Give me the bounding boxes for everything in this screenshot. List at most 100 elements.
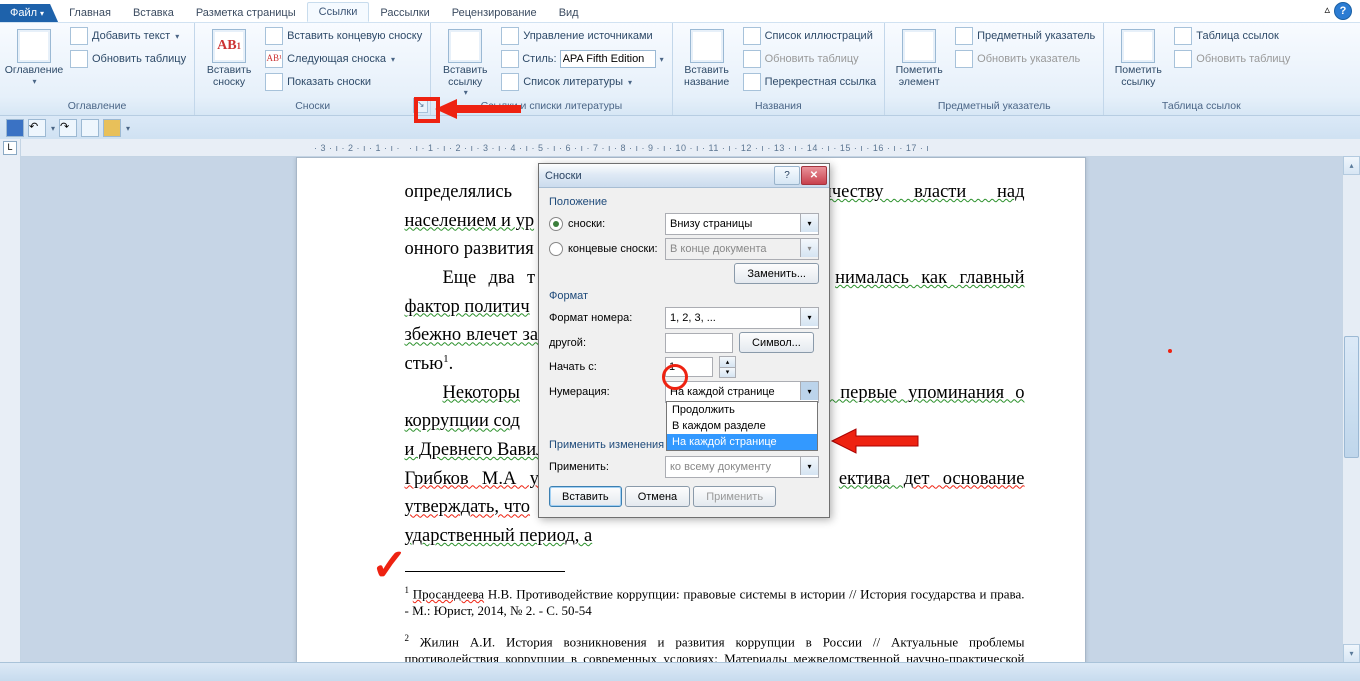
- replace-button[interactable]: Заменить...: [734, 263, 819, 284]
- ribbon: Оглавление▾ Добавить текст▾ Обновить таб…: [0, 23, 1360, 116]
- horizontal-ruler[interactable]: · 3 · ı · 2 · ı · 1 · ı · · ı · 1 · ı · …: [21, 139, 1360, 157]
- numbering-select[interactable]: На каждой странице▾ Продолжить В каждом …: [665, 381, 819, 403]
- symbol-button[interactable]: Символ...: [739, 332, 814, 353]
- dialog-title: Сноски: [545, 170, 773, 182]
- tab-home[interactable]: Главная: [58, 4, 122, 22]
- tab-page-layout[interactable]: Разметка страницы: [185, 4, 307, 22]
- insert-caption-button[interactable]: Вставить название: [679, 25, 735, 98]
- quick-access-toolbar: ↶ ▾ ↷ ▾: [0, 116, 1360, 141]
- update-figures-button[interactable]: Обновить таблицу: [741, 48, 879, 70]
- new-doc-button[interactable]: [81, 119, 99, 137]
- dialog-close-button[interactable]: ✕: [801, 166, 827, 185]
- insert-endnote-button[interactable]: Вставить концевую сноску: [263, 25, 424, 47]
- group-citations: Вставить ссылку▾ Управление источниками …: [431, 23, 672, 115]
- book-icon: [501, 73, 519, 91]
- group-toa: Пометить ссылку Таблица ссылок Обновить …: [1104, 23, 1298, 115]
- open-button[interactable]: [103, 119, 121, 137]
- table-of-figures-button[interactable]: Список иллюстраций: [741, 25, 879, 47]
- start-at-spinner[interactable]: ▴▾: [719, 356, 736, 378]
- save-button[interactable]: [6, 119, 24, 137]
- next-footnote-button[interactable]: AB¹Следующая сноска▾: [263, 48, 424, 70]
- dialog-help-button[interactable]: ?: [774, 166, 800, 185]
- update-toc-button[interactable]: Обновить таблицу: [68, 48, 188, 70]
- bibliography-button[interactable]: Список литературы▾: [499, 71, 665, 93]
- group-footnotes: AB1Вставить сноску Вставить концевую сно…: [195, 23, 431, 115]
- mark-citation-button[interactable]: Пометить ссылку: [1110, 25, 1166, 98]
- option-continue[interactable]: Продолжить: [667, 402, 817, 418]
- ribbon-minimize[interactable]: ▵: [1324, 3, 1330, 16]
- ribbon-tabs: Файл▾ Главная Вставка Разметка страницы …: [0, 0, 1360, 23]
- help-button[interactable]: ?: [1334, 2, 1352, 20]
- footnote-position-select[interactable]: Внизу страницы▾: [665, 213, 819, 235]
- insert-button[interactable]: Вставить: [549, 486, 622, 507]
- list-icon: [743, 27, 761, 45]
- custom-mark-input[interactable]: [665, 333, 733, 353]
- option-each-section[interactable]: В каждом разделе: [667, 418, 817, 434]
- tab-view[interactable]: Вид: [548, 4, 590, 22]
- endnote-icon: [265, 27, 283, 45]
- footnotes-dialog: Сноски ? ✕ Положение сноски: Внизу стран…: [538, 163, 830, 518]
- citation-style-select[interactable]: Стиль:▾: [499, 48, 665, 70]
- status-bar: [0, 662, 1360, 681]
- radio-footnotes[interactable]: [549, 217, 563, 231]
- insert-toa-button[interactable]: Таблица ссылок: [1172, 25, 1292, 47]
- mark-entry-button[interactable]: Пометить элемент: [891, 25, 947, 98]
- refresh-icon: [1174, 50, 1192, 68]
- show-icon: [265, 73, 283, 91]
- numbering-dropdown: Продолжить В каждом разделе На каждой ст…: [666, 401, 818, 451]
- add-text-button[interactable]: Добавить текст▾: [68, 25, 188, 47]
- footnotes-launcher[interactable]: ↘: [413, 98, 428, 113]
- tab-mailings[interactable]: Рассылки: [369, 4, 440, 22]
- table-icon: [1174, 27, 1192, 45]
- show-notes-button[interactable]: Показать сноски: [263, 71, 424, 93]
- insert-footnote-button[interactable]: AB1Вставить сноску: [201, 25, 257, 98]
- footnote-separator: [405, 571, 565, 572]
- cancel-button[interactable]: Отмена: [625, 486, 690, 507]
- option-each-page[interactable]: На каждой странице: [667, 434, 817, 450]
- cross-reference-button[interactable]: Перекрестная ссылка: [741, 71, 879, 93]
- update-index-button[interactable]: Обновить указатель: [953, 48, 1097, 70]
- annotation-checkmark: ✓: [371, 540, 408, 591]
- manage-sources-button[interactable]: Управление источниками: [499, 25, 665, 47]
- vertical-ruler[interactable]: L: [0, 139, 21, 663]
- radio-endnotes[interactable]: [549, 242, 563, 256]
- group-title: Сноски: [201, 98, 424, 115]
- undo-dropdown[interactable]: ▾: [51, 124, 55, 133]
- refresh-icon: [70, 50, 88, 68]
- start-at-input[interactable]: [665, 357, 713, 377]
- tab-selector[interactable]: L: [3, 141, 17, 155]
- style-icon: [501, 50, 519, 68]
- apply-to-select[interactable]: ко всему документу▾: [665, 456, 819, 478]
- tab-file[interactable]: Файл▾: [0, 4, 58, 22]
- update-toa-button[interactable]: Обновить таблицу: [1172, 48, 1292, 70]
- group-toc: Оглавление▾ Добавить текст▾ Обновить таб…: [0, 23, 195, 115]
- group-index: Пометить элемент Предметный указатель Об…: [885, 23, 1104, 115]
- dialog-titlebar[interactable]: Сноски ? ✕: [539, 164, 829, 188]
- refresh-icon: [955, 50, 973, 68]
- tab-review[interactable]: Рецензирование: [441, 4, 548, 22]
- group-captions: Вставить название Список иллюстраций Обн…: [673, 23, 886, 115]
- plus-icon: [70, 27, 88, 45]
- style-input[interactable]: [560, 50, 656, 68]
- insert-citation-button[interactable]: Вставить ссылку▾: [437, 25, 493, 98]
- tab-insert[interactable]: Вставка: [122, 4, 185, 22]
- number-format-select[interactable]: 1, 2, 3, ...▾: [665, 307, 819, 329]
- scroll-up[interactable]: ▴: [1343, 156, 1360, 175]
- endnote-position-select: В конце документа▾: [665, 238, 819, 260]
- tab-references[interactable]: Ссылки: [307, 2, 370, 22]
- toc-button[interactable]: Оглавление▾: [6, 25, 62, 98]
- vertical-scrollbar[interactable]: ▴ ▾: [1342, 156, 1360, 663]
- section-position: Положение: [549, 196, 819, 208]
- group-title: Таблица ссылок: [1110, 98, 1292, 115]
- undo-button[interactable]: ↶: [28, 119, 46, 137]
- apply-button[interactable]: Применить: [693, 486, 776, 507]
- redo-button[interactable]: ↷: [59, 119, 77, 137]
- crossref-icon: [743, 73, 761, 91]
- footnotes[interactable]: 1 Просандеева Просандеева Н.В. Противоде…: [405, 585, 1025, 663]
- scroll-thumb[interactable]: [1344, 336, 1359, 458]
- group-title: Названия: [679, 98, 879, 115]
- scroll-down[interactable]: ▾: [1343, 644, 1360, 663]
- qat-customize[interactable]: ▾: [126, 124, 130, 133]
- insert-index-button[interactable]: Предметный указатель: [953, 25, 1097, 47]
- section-format: Формат: [549, 290, 819, 302]
